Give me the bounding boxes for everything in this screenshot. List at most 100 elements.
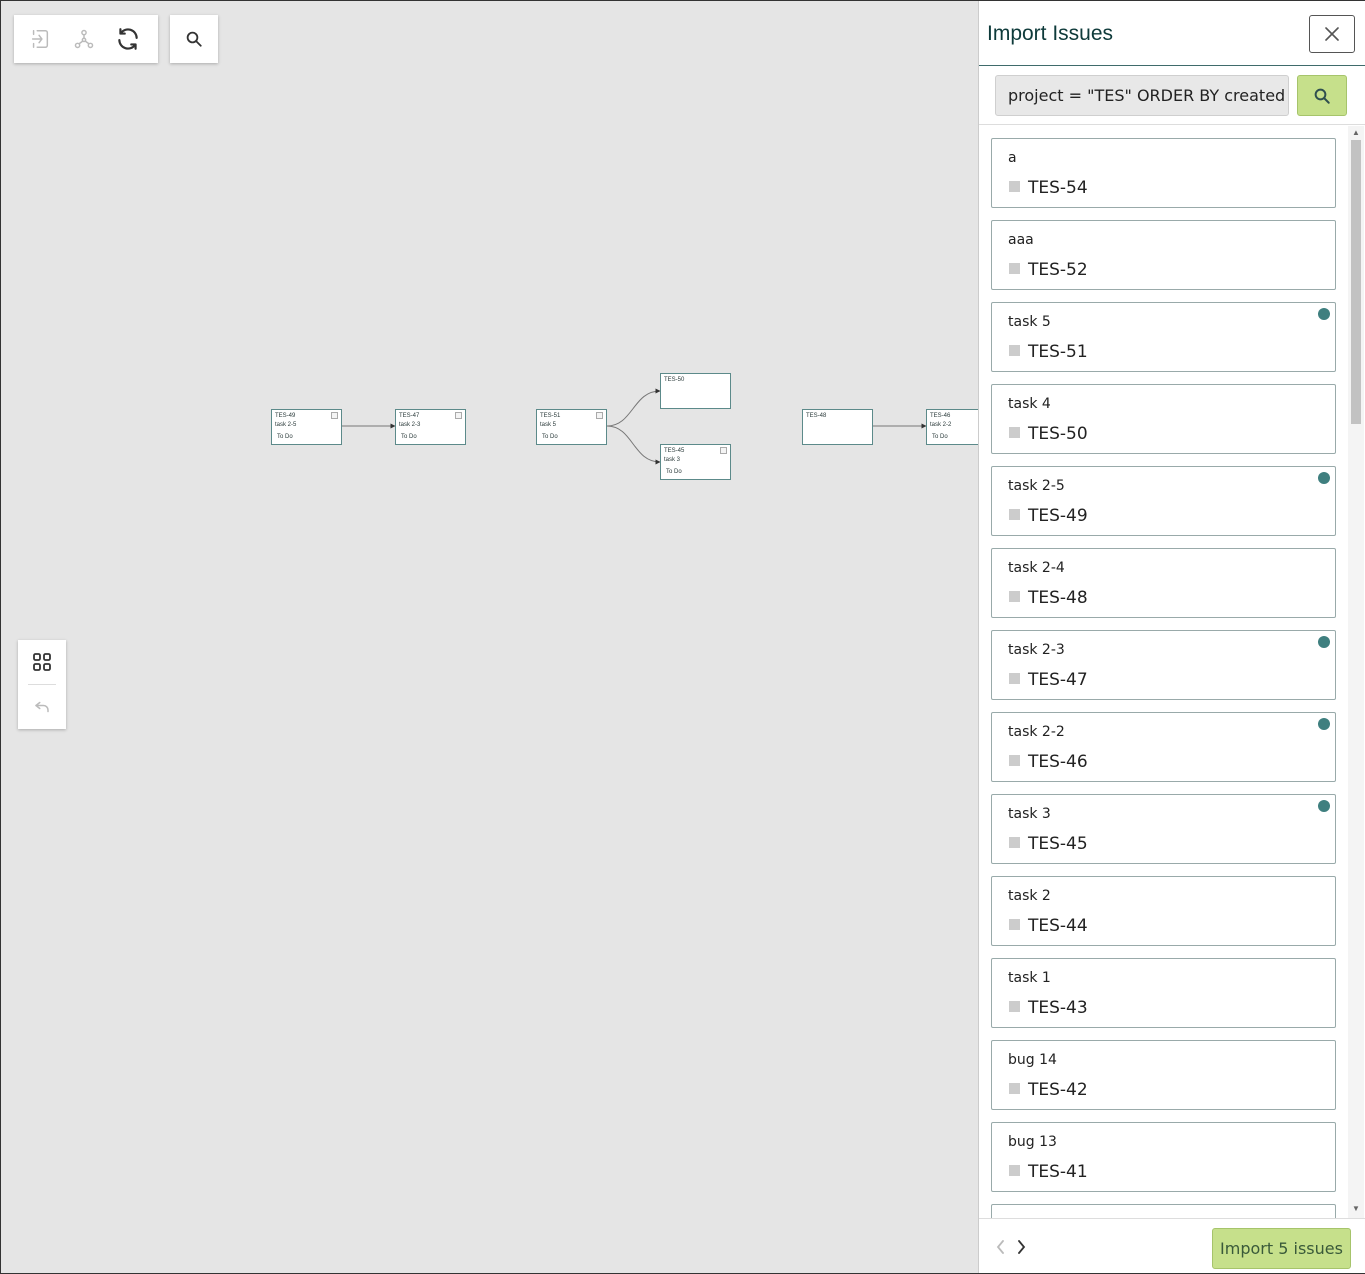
undo-icon[interactable]: [18, 685, 66, 729]
broken-image-icon: [331, 412, 338, 419]
issue-card[interactable]: task 2-5 TES-49: [991, 466, 1336, 536]
issue-key: TES-44: [1028, 916, 1088, 936]
import-issues-panel: Import Issues project = "TES" ORDER BY c…: [978, 0, 1365, 1274]
graph-node[interactable]: TES-46 task 2-2 To Do: [926, 409, 978, 445]
issue-type-icon: [1009, 263, 1020, 274]
issue-card[interactable]: bug 13 TES-41: [991, 1122, 1336, 1192]
scrollbar[interactable]: ▲ ▼: [1348, 126, 1364, 1218]
graph-node[interactable]: TES-49 task 2-5 To Do: [271, 409, 342, 445]
issue-summary: aaa: [1008, 232, 1034, 248]
graph-node[interactable]: TES-48: [802, 409, 873, 445]
issue-type-icon: [1009, 1165, 1020, 1176]
scroll-up-icon[interactable]: ▲: [1352, 129, 1360, 137]
issue-card[interactable]: a TES-54: [991, 138, 1336, 208]
issue-card[interactable]: task 2-3 TES-47: [991, 630, 1336, 700]
panel-footer: Import 5 issues: [979, 1218, 1365, 1274]
node-summary: task 5: [540, 422, 557, 428]
node-key: TES-47: [399, 413, 420, 419]
issue-card[interactable]: task 1 TES-43: [991, 958, 1336, 1028]
issue-key: TES-46: [1028, 752, 1088, 772]
node-key: TES-45: [664, 448, 685, 454]
node-key: TES-48: [806, 413, 827, 419]
issue-card[interactable]: task 2-2 TES-46: [991, 712, 1336, 782]
issue-card[interactable]: [991, 1204, 1336, 1218]
on-graph-indicator: [1318, 718, 1330, 730]
issue-card[interactable]: task 4 TES-50: [991, 384, 1336, 454]
broken-image-icon: [455, 412, 462, 419]
issue-type-icon: [1009, 509, 1020, 520]
search-icon: [1314, 88, 1330, 104]
panel-header: Import Issues: [979, 0, 1365, 66]
node-key: TES-46: [930, 413, 951, 419]
jql-query-input[interactable]: project = "TES" ORDER BY created DESC: [995, 75, 1289, 116]
issue-summary: task 2-4: [1008, 560, 1065, 576]
panel-title: Import Issues: [987, 22, 1114, 45]
node-status: To Do: [666, 469, 682, 475]
issue-key: TES-43: [1028, 998, 1088, 1018]
issue-card[interactable]: bug 14 TES-42: [991, 1040, 1336, 1110]
node-status: To Do: [932, 434, 948, 440]
graph-node[interactable]: TES-45 task 3 To Do: [660, 444, 731, 480]
node-status: To Do: [401, 434, 417, 440]
issue-type-icon: [1009, 837, 1020, 848]
issue-key: TES-48: [1028, 588, 1088, 608]
issue-type-icon: [1009, 181, 1020, 192]
issue-key: TES-49: [1028, 506, 1088, 526]
grid-icon[interactable]: [18, 640, 66, 684]
scrollbar-thumb[interactable]: [1351, 140, 1361, 424]
scroll-down-icon[interactable]: ▼: [1352, 1205, 1360, 1213]
graph-node[interactable]: TES-51 task 5 To Do: [536, 409, 607, 445]
query-search-button[interactable]: [1297, 75, 1347, 116]
issue-summary: task 2-2: [1008, 724, 1065, 740]
issue-list[interactable]: a TES-54 aaa TES-52 task 5 TES-51 task 4 TES-50…: [979, 124, 1365, 1218]
node-key: TES-50: [664, 377, 685, 383]
issue-type-icon: [1009, 755, 1020, 766]
issue-summary: task 2-5: [1008, 478, 1065, 494]
issue-summary: task 2: [1008, 888, 1051, 904]
issue-summary: task 2-3: [1008, 642, 1065, 658]
issue-summary: task 3: [1008, 806, 1051, 822]
graph-node[interactable]: TES-47 task 2-3 To Do: [395, 409, 466, 445]
issue-type-icon: [1009, 345, 1020, 356]
node-summary: task 2-5: [275, 422, 297, 428]
issue-card[interactable]: task 3 TES-45: [991, 794, 1336, 864]
issue-summary: a: [1008, 150, 1017, 166]
node-key: TES-49: [275, 413, 296, 419]
issue-type-icon: [1009, 673, 1020, 684]
on-graph-indicator: [1318, 800, 1330, 812]
node-status: To Do: [277, 434, 293, 440]
issue-key: TES-42: [1028, 1080, 1088, 1100]
broken-image-icon: [596, 412, 603, 419]
issue-card[interactable]: aaa TES-52: [991, 220, 1336, 290]
issue-type-icon: [1009, 1083, 1020, 1094]
issue-card[interactable]: task 5 TES-51: [991, 302, 1336, 372]
node-summary: task 3: [664, 457, 681, 463]
issue-card[interactable]: task 2 TES-44: [991, 876, 1336, 946]
side-tools: [18, 640, 66, 729]
chevron-right-icon[interactable]: [1012, 1237, 1030, 1257]
chevron-left-icon[interactable]: [992, 1237, 1010, 1257]
close-button[interactable]: [1309, 15, 1355, 53]
issue-type-icon: [1009, 919, 1020, 930]
broken-image-icon: [720, 447, 727, 454]
issue-key: TES-45: [1028, 834, 1088, 854]
issue-key: TES-54: [1028, 178, 1088, 198]
graph-canvas[interactable]: TES-49 task 2-5 To Do TES-47 task 2-3 To…: [1, 1, 978, 1273]
issue-key: TES-50: [1028, 424, 1088, 444]
issue-key: TES-41: [1028, 1162, 1088, 1182]
issue-summary: task 1: [1008, 970, 1051, 986]
issue-key: TES-47: [1028, 670, 1088, 690]
graph-node[interactable]: TES-50: [660, 373, 731, 409]
issue-key: TES-52: [1028, 260, 1088, 280]
node-summary: task 2-3: [399, 422, 421, 428]
on-graph-indicator: [1318, 636, 1330, 648]
node-summary: task 2-2: [930, 422, 952, 428]
issue-type-icon: [1009, 1001, 1020, 1012]
import-button[interactable]: Import 5 issues: [1212, 1228, 1351, 1269]
on-graph-indicator: [1318, 308, 1330, 320]
issue-type-icon: [1009, 591, 1020, 602]
graph-edges: [341, 388, 927, 465]
issue-card[interactable]: task 2-4 TES-48: [991, 548, 1336, 618]
node-key: TES-51: [540, 413, 561, 419]
issue-summary: bug 13: [1008, 1134, 1057, 1150]
